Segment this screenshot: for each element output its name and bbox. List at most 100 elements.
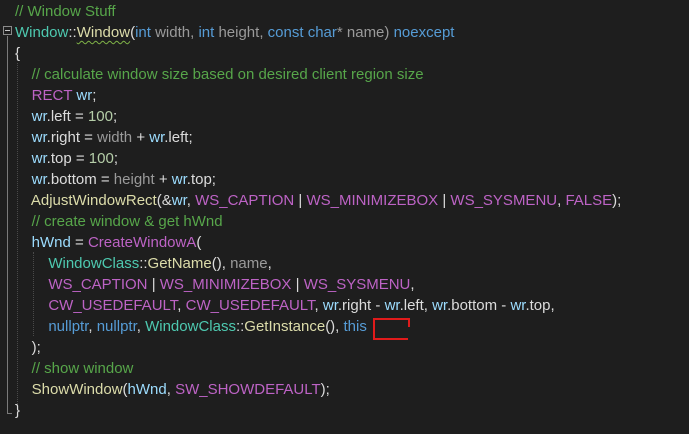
code-token: | xyxy=(147,276,160,293)
code-line[interactable]: { xyxy=(15,43,20,64)
code-line[interactable]: nullptr, nullptr, WindowClass::GetInstan… xyxy=(15,316,367,337)
red-annotation-mark xyxy=(373,318,408,340)
collapse-toggle-icon[interactable] xyxy=(3,26,12,35)
code-token: WS_CAPTION xyxy=(15,276,148,293)
code-token: WS_SYSMENU xyxy=(303,276,411,293)
code-token: (), xyxy=(211,255,231,272)
code-token: ); xyxy=(320,381,330,398)
code-token: ; xyxy=(113,150,118,167)
code-line[interactable]: wr.left = 100; xyxy=(15,106,118,127)
code-token: WindowClass xyxy=(145,318,236,335)
code-token: , xyxy=(88,318,97,335)
code-token: name xyxy=(230,255,268,272)
code-token: wr xyxy=(510,297,526,314)
code-token: wr xyxy=(384,297,400,314)
code-line[interactable]: // create window & get hWnd xyxy=(15,211,223,232)
code-token: .top, xyxy=(525,297,555,314)
code-token: CW_USEDEFAULT xyxy=(185,297,315,314)
code-token: WS_CAPTION xyxy=(195,192,295,209)
fold-region-line xyxy=(7,36,8,414)
code-token: wr xyxy=(15,129,47,146)
code-token: // create window & get hWnd xyxy=(15,213,223,230)
code-line[interactable]: // Window Stuff xyxy=(15,1,116,22)
code-token: wr xyxy=(15,108,47,125)
code-token: .left = xyxy=(46,108,88,125)
code-token: SW_SHOWDEFAULT xyxy=(175,381,321,398)
code-token: int xyxy=(198,24,215,41)
code-token: 100 xyxy=(88,150,114,167)
code-token: , xyxy=(314,297,323,314)
code-token: | xyxy=(291,276,304,293)
code-token: ); xyxy=(15,339,41,356)
code-token: height xyxy=(113,171,155,188)
code-token: wr xyxy=(15,171,47,188)
code-line[interactable]: AdjustWindowRect(&wr, WS_CAPTION | WS_MI… xyxy=(15,190,622,211)
code-line[interactable]: wr.right = width + wr.left; xyxy=(15,127,193,148)
code-token: :: xyxy=(68,24,77,41)
red-annotation-mark xyxy=(404,318,410,327)
code-token: int xyxy=(135,24,151,41)
code-editor[interactable]: // Window Stuff Window::Window(int width,… xyxy=(0,0,689,434)
code-token: wr xyxy=(15,150,47,167)
code-token: WS_MINIMIZEBOX xyxy=(159,276,292,293)
code-token: wr xyxy=(171,192,187,209)
code-token: GetInstance xyxy=(244,318,326,335)
code-token: wr xyxy=(432,297,448,314)
code-token: , xyxy=(177,297,186,314)
code-token: :: xyxy=(139,255,148,272)
code-token: noexcept xyxy=(393,24,455,41)
code-token: width, xyxy=(150,24,199,41)
code-token: , xyxy=(410,276,415,293)
code-token: Window xyxy=(15,24,69,41)
code-line[interactable]: ); xyxy=(15,337,41,358)
code-token: (& xyxy=(156,192,172,209)
code-line[interactable]: // show window xyxy=(15,358,134,379)
code-token: WS_MINIMIZEBOX xyxy=(306,192,439,209)
code-token: .top = xyxy=(46,150,89,167)
code-line[interactable]: WindowClass::GetName(), name, xyxy=(15,253,272,274)
code-token: wr xyxy=(76,87,93,104)
code-line[interactable]: Window::Window(int width, int height, co… xyxy=(15,22,454,43)
code-token: AdjustWindowRect xyxy=(15,192,157,209)
code-token: FALSE xyxy=(565,192,613,209)
code-line[interactable]: RECT wr; xyxy=(15,85,97,106)
code-line[interactable]: // calculate window size based on desire… xyxy=(15,64,424,85)
code-token: hWnd xyxy=(15,234,71,251)
code-token: + xyxy=(154,171,172,188)
code-token: , xyxy=(136,318,146,335)
code-token: wr xyxy=(149,129,165,146)
code-line[interactable]: WS_CAPTION | WS_MINIMIZEBOX | WS_SYSMENU… xyxy=(15,274,415,295)
code-token: (), xyxy=(325,318,344,335)
code-token: wr xyxy=(322,297,338,314)
code-token: = xyxy=(70,234,88,251)
code-token: .right = xyxy=(46,129,98,146)
code-token: height, xyxy=(214,24,268,41)
code-token: , xyxy=(267,255,272,272)
code-line[interactable]: wr.top = 100; xyxy=(15,148,118,169)
code-token: char xyxy=(307,24,337,41)
code-token: } xyxy=(15,402,21,419)
code-token: WS_SYSMENU xyxy=(450,192,558,209)
code-line[interactable]: CW_USEDEFAULT, CW_USEDEFAULT, wr.right -… xyxy=(15,295,555,316)
code-token: hWnd xyxy=(127,381,167,398)
code-line[interactable]: hWnd = CreateWindowA( xyxy=(15,232,202,253)
code-token: + xyxy=(132,129,150,146)
code-token: .top; xyxy=(186,171,216,188)
code-line[interactable]: ShowWindow(hWnd, SW_SHOWDEFAULT); xyxy=(15,379,330,400)
code-token: .bottom = xyxy=(46,171,114,188)
code-token: ShowWindow xyxy=(15,381,123,398)
code-token: 100 xyxy=(87,108,113,125)
code-token: { xyxy=(15,45,21,62)
code-token: // calculate window size based on desire… xyxy=(15,66,424,83)
code-token: .left; xyxy=(164,129,193,146)
code-token: , xyxy=(166,381,176,398)
code-token: nullptr xyxy=(15,318,89,335)
code-token: .bottom - xyxy=(447,297,511,314)
code-line[interactable]: } xyxy=(15,400,20,421)
code-line[interactable]: wr.bottom = height + wr.top; xyxy=(15,169,216,190)
code-token: CreateWindowA xyxy=(87,234,197,251)
code-token: // show window xyxy=(15,360,134,377)
code-token: ; xyxy=(92,87,97,104)
fold-region-end xyxy=(7,413,12,414)
code-token: RECT xyxy=(15,87,73,104)
